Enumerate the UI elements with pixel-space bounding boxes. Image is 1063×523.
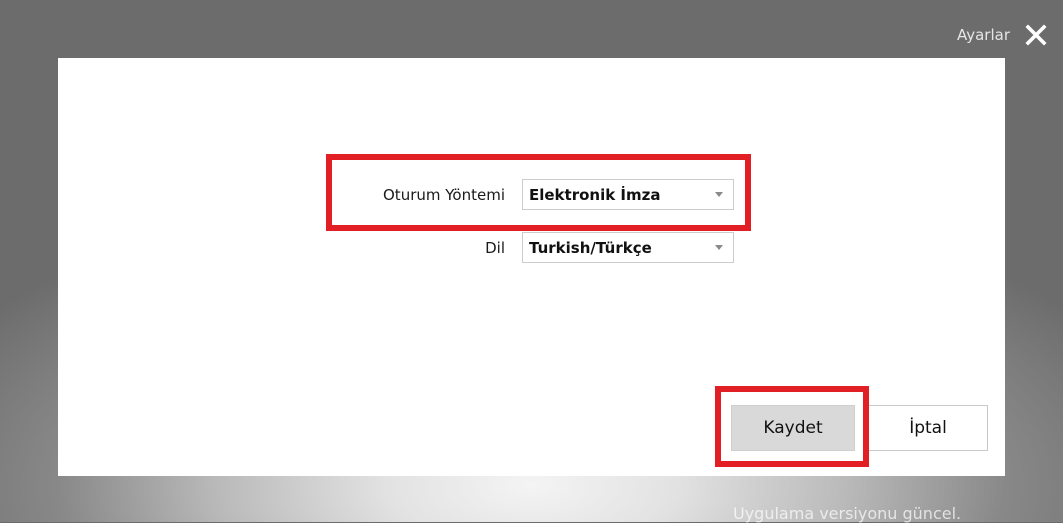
window-title: Ayarlar: [956, 26, 1010, 44]
language-value: Turkish/Türkçe: [529, 238, 652, 257]
title-bar: Ayarlar: [957, 18, 1049, 52]
language-row: Dil Turkish/Türkçe: [345, 232, 734, 263]
language-select[interactable]: Turkish/Türkçe: [522, 232, 734, 263]
login-method-row: Oturum Yöntemi Elektronik İmza: [345, 179, 734, 210]
settings-dialog: Oturum Yöntemi Elektronik İmza Dil Turki…: [58, 58, 1005, 476]
login-method-label: Oturum Yöntemi: [383, 185, 505, 204]
login-method-value: Elektronik İmza: [529, 185, 661, 204]
login-method-select[interactable]: Elektronik İmza: [522, 179, 734, 210]
chevron-down-icon: [715, 192, 723, 197]
save-button[interactable]: Kaydet: [731, 405, 855, 451]
cancel-button[interactable]: İptal: [868, 405, 988, 451]
chevron-down-icon: [715, 245, 723, 250]
close-icon[interactable]: [1023, 22, 1049, 48]
version-status: Uygulama versiyonu güncel.: [733, 504, 962, 523]
language-label: Dil: [485, 238, 505, 257]
